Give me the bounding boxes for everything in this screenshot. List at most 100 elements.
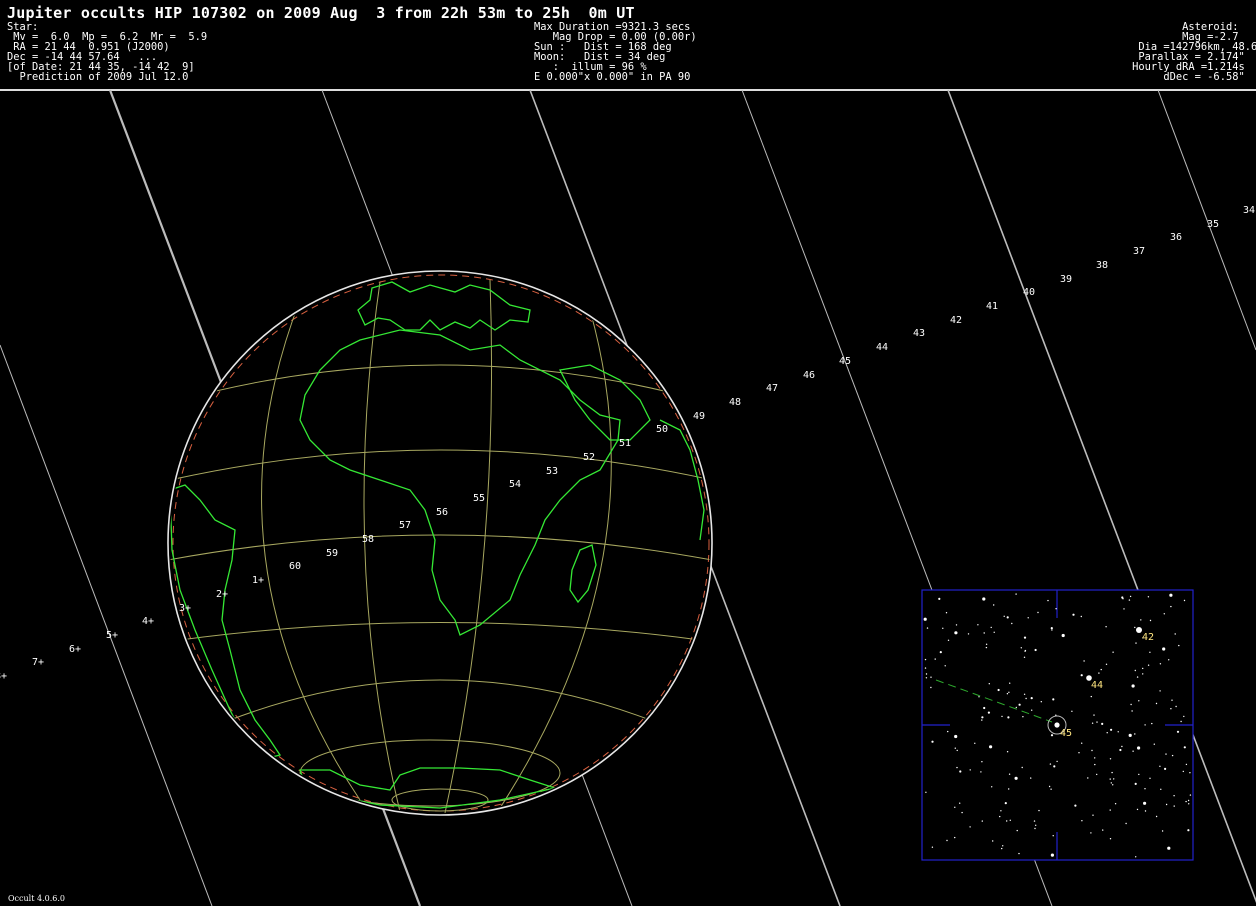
background-star (1009, 819, 1011, 821)
background-star (1016, 829, 1018, 832)
background-star (1030, 777, 1032, 779)
background-star (1147, 596, 1150, 598)
background-star (1138, 773, 1140, 776)
background-star (1090, 695, 1093, 698)
background-star (1123, 608, 1125, 610)
background-star (1174, 633, 1176, 635)
background-star (1031, 709, 1033, 711)
background-star (1140, 619, 1142, 621)
background-star (1105, 626, 1107, 628)
background-star (969, 769, 971, 771)
background-star (1160, 788, 1162, 790)
track-time-label: 50 (656, 424, 668, 435)
background-star (942, 627, 944, 629)
background-star (1137, 746, 1141, 750)
background-star (1049, 763, 1052, 765)
background-star (934, 658, 936, 660)
track-time-label: 48 (729, 397, 741, 408)
background-star (955, 624, 958, 626)
background-star (1006, 616, 1009, 619)
background-star (954, 747, 956, 749)
background-star (1001, 715, 1003, 718)
background-star (1034, 648, 1037, 652)
background-star (1092, 814, 1094, 816)
background-star (1117, 731, 1119, 733)
background-star (1056, 760, 1058, 763)
background-star (1149, 619, 1152, 622)
background-star (1071, 710, 1073, 712)
background-star (1173, 805, 1175, 807)
background-star (925, 791, 927, 793)
background-star (1112, 651, 1114, 653)
background-star (1009, 682, 1011, 684)
background-star (1163, 613, 1166, 615)
background-star (1050, 734, 1054, 737)
background-star (1129, 595, 1132, 598)
background-star (980, 771, 982, 773)
background-star (954, 734, 958, 739)
background-star (1159, 690, 1161, 692)
track-time-label: 51 (619, 438, 631, 449)
background-star (978, 696, 980, 698)
background-star (926, 627, 929, 629)
background-star (931, 846, 934, 848)
background-star (1018, 703, 1021, 706)
background-star (1047, 599, 1049, 602)
background-star (1134, 782, 1137, 786)
background-star (931, 740, 934, 743)
background-star (988, 683, 990, 685)
background-star (1187, 829, 1190, 832)
track-time-label: 38 (1096, 260, 1108, 271)
background-star (992, 840, 994, 842)
background-star (1142, 667, 1144, 670)
background-star (1106, 732, 1108, 734)
background-star (1020, 647, 1022, 649)
background-star (1004, 802, 1007, 805)
background-star (1081, 742, 1083, 744)
track-time-label: 43 (913, 328, 925, 339)
background-star (939, 651, 942, 654)
background-star (1138, 700, 1140, 702)
background-star (1135, 856, 1137, 858)
background-star (981, 716, 984, 719)
background-star (981, 719, 983, 721)
background-star (954, 806, 956, 808)
background-star (930, 676, 932, 678)
background-star (1114, 803, 1117, 805)
background-star (1153, 743, 1156, 745)
background-star (1147, 664, 1150, 666)
background-star (985, 646, 988, 649)
background-star (1155, 815, 1158, 818)
background-star (1109, 809, 1111, 811)
background-star (925, 677, 928, 679)
background-star (1167, 846, 1171, 850)
background-star (1109, 758, 1112, 760)
background-star (1183, 599, 1186, 602)
background-star (1090, 832, 1092, 834)
background-star (1087, 777, 1089, 779)
background-star (993, 604, 995, 606)
track-time-label: 37 (1133, 246, 1145, 257)
background-star (974, 742, 976, 744)
background-star (1113, 778, 1115, 780)
background-star (956, 749, 958, 752)
background-star (977, 624, 979, 626)
track-time-label: 40 (1023, 287, 1035, 298)
background-star (946, 839, 948, 842)
background-star (1096, 773, 1098, 776)
background-star (1002, 845, 1004, 847)
background-star (1130, 703, 1132, 706)
background-star (1155, 702, 1158, 705)
background-star (1023, 636, 1027, 639)
background-star (993, 631, 995, 633)
background-star (1081, 820, 1083, 822)
track-time-label: 52 (583, 452, 595, 463)
track-time-label: 7+ (32, 657, 44, 668)
background-star (1102, 829, 1104, 831)
star-chart-inset: 42 44 45 (921, 589, 1194, 861)
background-star (983, 632, 985, 634)
track-time-label: 5+ (106, 630, 118, 641)
background-star (1006, 751, 1009, 753)
track-time-label: 2+ (216, 589, 228, 600)
background-star (1050, 627, 1053, 630)
